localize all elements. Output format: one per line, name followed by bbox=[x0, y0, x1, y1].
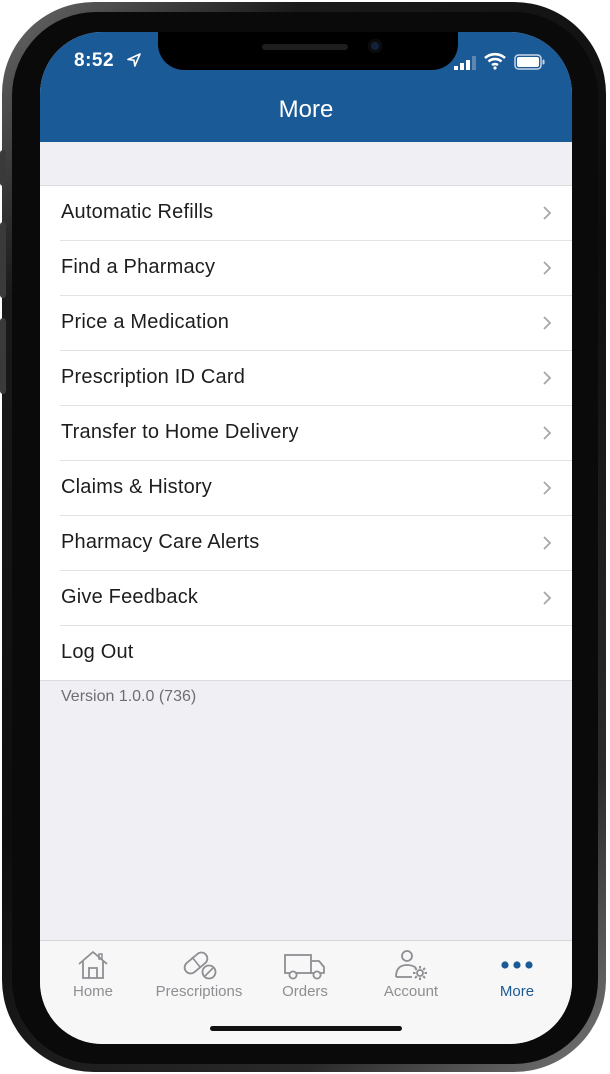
mute-switch bbox=[0, 150, 6, 186]
menu-item-label: Give Feedback bbox=[61, 586, 199, 608]
chevron-right-icon bbox=[543, 591, 552, 605]
menu-item-label: Log Out bbox=[61, 641, 134, 663]
menu-item-label: Pharmacy Care Alerts bbox=[61, 531, 260, 553]
chevron-right-icon bbox=[543, 261, 552, 275]
wifi-icon bbox=[484, 52, 506, 70]
chevron-right-icon bbox=[543, 316, 552, 330]
truck-icon bbox=[284, 954, 325, 980]
chevron-right-icon bbox=[543, 481, 552, 495]
tab-label: More bbox=[499, 983, 535, 1000]
status-time: 8:52 bbox=[74, 50, 115, 71]
menu-item-automatic-refills[interactable]: Automatic Refills bbox=[60, 186, 572, 241]
chevron-right-icon bbox=[543, 371, 552, 385]
tab-label: Account bbox=[383, 983, 439, 1000]
tab-prescriptions[interactable]: Prescriptions bbox=[146, 941, 252, 1011]
location-arrow-icon bbox=[127, 53, 141, 67]
front-camera bbox=[368, 39, 382, 53]
menu-item-transfer-to-home-delivery[interactable]: Transfer to Home Delivery bbox=[60, 406, 572, 461]
tab-label: Home bbox=[72, 983, 113, 1000]
app-screen: 8:52 More Automatic Refills Find a Pharm… bbox=[40, 32, 572, 1044]
tab-account[interactable]: Account bbox=[358, 941, 464, 1011]
pill-icon bbox=[183, 951, 217, 980]
chevron-right-icon bbox=[543, 206, 552, 220]
volume-down-button bbox=[0, 318, 6, 394]
menu-item-label: Find a Pharmacy bbox=[61, 256, 216, 278]
app-version-label: Version 1.0.0 (736) bbox=[61, 688, 197, 705]
notch bbox=[158, 32, 458, 70]
menu-item-label: Transfer to Home Delivery bbox=[61, 421, 299, 443]
chevron-right-icon bbox=[543, 536, 552, 550]
more-menu-list: Automatic Refills Find a Pharmacy Price … bbox=[40, 185, 572, 681]
volume-up-button bbox=[0, 222, 6, 298]
menu-item-pharmacy-care-alerts[interactable]: Pharmacy Care Alerts bbox=[60, 516, 572, 571]
tab-orders[interactable]: Orders bbox=[252, 941, 358, 1011]
home-indicator[interactable] bbox=[210, 1026, 402, 1031]
battery-icon bbox=[514, 54, 545, 70]
tab-home[interactable]: Home bbox=[40, 941, 146, 1011]
speaker-grille bbox=[262, 44, 348, 50]
tab-more[interactable]: More bbox=[464, 941, 570, 1011]
tab-label: Prescriptions bbox=[155, 983, 243, 1000]
menu-item-claims-history[interactable]: Claims & History bbox=[60, 461, 572, 516]
menu-item-price-a-medication[interactable]: Price a Medication bbox=[60, 296, 572, 351]
account-settings-icon bbox=[395, 950, 427, 980]
menu-item-label: Price a Medication bbox=[61, 311, 230, 333]
cellular-signal-icon bbox=[454, 56, 476, 70]
menu-item-label: Automatic Refills bbox=[61, 201, 214, 223]
tab-label: Orders bbox=[282, 983, 328, 1000]
page-title: More bbox=[278, 96, 334, 123]
home-icon bbox=[78, 951, 108, 979]
menu-item-prescription-id-card[interactable]: Prescription ID Card bbox=[60, 351, 572, 406]
menu-item-log-out[interactable]: Log Out bbox=[60, 626, 572, 680]
menu-item-label: Prescription ID Card bbox=[61, 366, 246, 388]
menu-item-give-feedback[interactable]: Give Feedback bbox=[60, 571, 572, 626]
chevron-right-icon bbox=[543, 426, 552, 440]
menu-item-find-a-pharmacy[interactable]: Find a Pharmacy bbox=[60, 241, 572, 296]
menu-item-label: Claims & History bbox=[61, 476, 212, 498]
more-dots-icon bbox=[501, 961, 533, 969]
